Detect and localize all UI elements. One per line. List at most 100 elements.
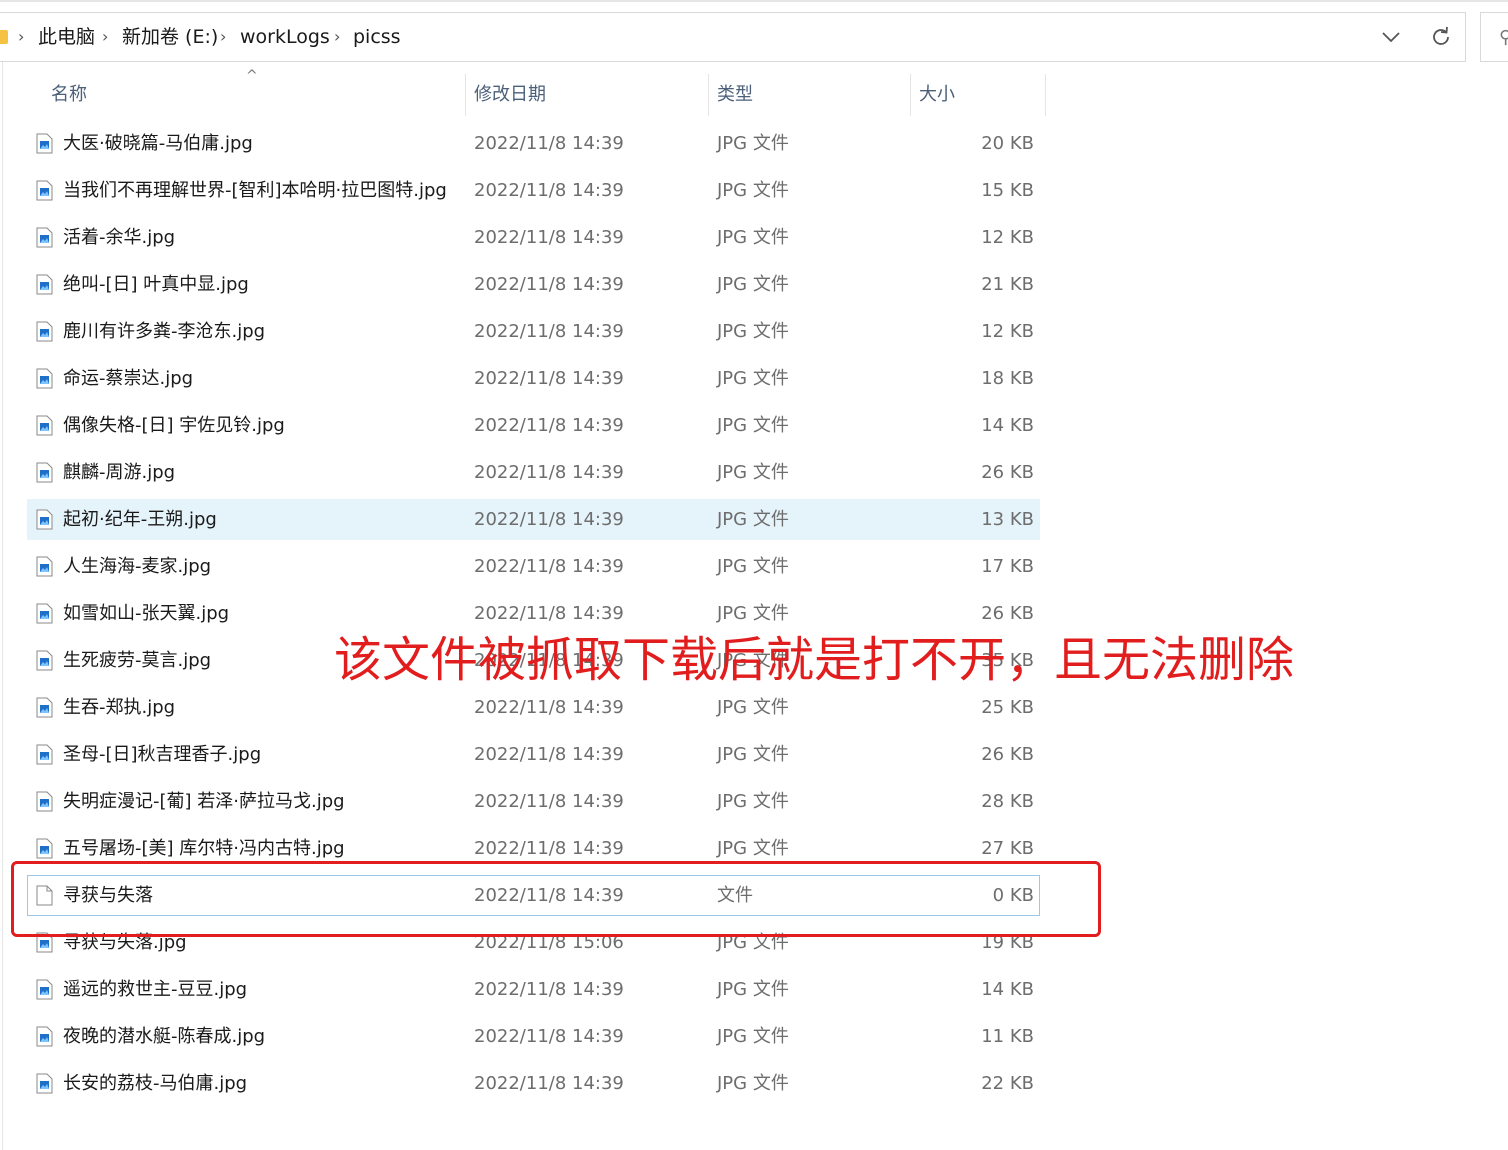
image-file-icon xyxy=(36,744,53,765)
file-name: 麒麟-周游.jpg xyxy=(63,462,176,483)
file-size: 15 KB xyxy=(981,180,1034,201)
chevron-down-icon[interactable] xyxy=(1375,21,1407,53)
file-type: JPG 文件 xyxy=(717,227,789,248)
image-file-icon xyxy=(36,791,53,812)
image-file-icon xyxy=(36,556,53,577)
file-size: 28 KB xyxy=(981,791,1034,812)
file-size: 18 KB xyxy=(981,368,1034,389)
file-date: 2022/11/8 14:39 xyxy=(474,1026,624,1047)
image-file-icon xyxy=(36,1026,53,1047)
file-row[interactable]: 寻获与失落 2022/11/8 14:39 文件 0 KB xyxy=(0,873,1508,920)
file-type: JPG 文件 xyxy=(717,462,789,483)
refresh-icon[interactable] xyxy=(1425,21,1457,53)
image-file-icon xyxy=(36,979,53,1000)
breadcrumb-worklogs[interactable]: workLogs xyxy=(240,25,330,49)
image-file-icon xyxy=(36,227,53,248)
file-row[interactable]: 偶像失格-[日] 宇佐见铃.jpg 2022/11/8 14:39 JPG 文件 14… xyxy=(0,403,1508,450)
file-type: 文件 xyxy=(717,885,753,906)
file-name: 起初·纪年-王朔.jpg xyxy=(63,509,217,530)
column-divider[interactable] xyxy=(465,74,466,116)
file-date: 2022/11/8 15:06 xyxy=(474,932,624,953)
search-box[interactable]: ⚲ xyxy=(1480,12,1508,62)
file-type: JPG 文件 xyxy=(717,415,789,436)
image-file-icon xyxy=(36,415,53,436)
file-size: 25 KB xyxy=(981,697,1034,718)
file-row[interactable]: 人生海海-麦家.jpg 2022/11/8 14:39 JPG 文件 17 KB xyxy=(0,544,1508,591)
file-name: 命运-蔡崇达.jpg xyxy=(63,368,194,389)
folder-icon xyxy=(0,30,8,44)
file-type: JPG 文件 xyxy=(717,180,789,201)
image-file-icon xyxy=(36,368,53,389)
image-file-icon xyxy=(36,274,53,295)
file-size: 12 KB xyxy=(981,227,1034,248)
breadcrumb-separator[interactable]: › xyxy=(102,25,108,49)
file-row[interactable]: 生吞-郑执.jpg 2022/11/8 14:39 JPG 文件 25 KB xyxy=(0,685,1508,732)
file-date: 2022/11/8 14:39 xyxy=(474,697,624,718)
file-row[interactable]: 寻获与失落.jpg 2022/11/8 15:06 JPG 文件 19 KB xyxy=(0,920,1508,967)
file-name: 遥远的救世主-豆豆.jpg xyxy=(63,979,248,1000)
column-header-name[interactable]: 名称 xyxy=(51,72,87,118)
breadcrumb-drive-e[interactable]: 新加卷 (E:) xyxy=(122,25,218,49)
image-file-icon xyxy=(36,133,53,154)
column-header: ^ 名称 修改日期 类型 大小 xyxy=(0,68,1508,118)
file-row[interactable]: 五号屠场-[美] 库尔特·冯内古特.jpg 2022/11/8 14:39 JPG … xyxy=(0,826,1508,873)
file-type: JPG 文件 xyxy=(717,791,789,812)
file-size: 26 KB xyxy=(981,603,1034,624)
file-date: 2022/11/8 14:39 xyxy=(474,368,624,389)
file-row[interactable]: 绝叫-[日] 叶真中显.jpg 2022/11/8 14:39 JPG 文件 21 K… xyxy=(0,262,1508,309)
file-type: JPG 文件 xyxy=(717,321,789,342)
file-name: 夜晚的潜水艇-陈春成.jpg xyxy=(63,1026,266,1047)
breadcrumb-separator[interactable]: › xyxy=(18,25,24,49)
image-file-icon xyxy=(36,509,53,530)
file-type: JPG 文件 xyxy=(717,744,789,765)
file-name: 活着-余华.jpg xyxy=(63,227,176,248)
file-row[interactable]: 当我们不再理解世界-[智利]本哈明·拉巴图特.jpg 2022/11/8 14:3… xyxy=(0,168,1508,215)
file-row[interactable]: 麒麟-周游.jpg 2022/11/8 14:39 JPG 文件 26 KB xyxy=(0,450,1508,497)
file-row[interactable]: 活着-余华.jpg 2022/11/8 14:39 JPG 文件 12 KB xyxy=(0,215,1508,262)
file-size: 27 KB xyxy=(981,838,1034,859)
file-type: JPG 文件 xyxy=(717,1026,789,1047)
file-size: 26 KB xyxy=(981,462,1034,483)
file-size: 14 KB xyxy=(981,415,1034,436)
column-header-date[interactable]: 修改日期 xyxy=(474,72,546,118)
file-type: JPG 文件 xyxy=(717,274,789,295)
file-date: 2022/11/8 14:39 xyxy=(474,838,624,859)
file-date: 2022/11/8 14:39 xyxy=(474,744,624,765)
file-name: 鹿川有许多粪-李沧东.jpg xyxy=(63,321,266,342)
address-bar[interactable]: › 此电脑 › 新加卷 (E:) › workLogs › picss xyxy=(0,12,1466,62)
file-name: 失明症漫记-[葡] 若泽·萨拉马戈.jpg xyxy=(63,791,345,812)
image-file-icon xyxy=(36,321,53,342)
file-list: 大医·破晓篇-马伯庸.jpg 2022/11/8 14:39 JPG 文件 20 KB… xyxy=(0,121,1508,1108)
breadcrumb-separator[interactable]: › xyxy=(220,25,226,49)
file-row[interactable]: 起初·纪年-王朔.jpg 2022/11/8 14:39 JPG 文件 13 KB xyxy=(0,497,1508,544)
window-top-edge xyxy=(0,0,1508,2)
breadcrumb-this-pc[interactable]: 此电脑 xyxy=(38,25,95,49)
column-divider[interactable] xyxy=(708,74,709,116)
file-size: 17 KB xyxy=(981,556,1034,577)
search-icon[interactable]: ⚲ xyxy=(1499,27,1508,48)
file-date: 2022/11/8 14:39 xyxy=(474,509,624,530)
file-type: JPG 文件 xyxy=(717,838,789,859)
column-divider[interactable] xyxy=(910,74,911,116)
column-header-size[interactable]: 大小 xyxy=(919,72,955,118)
column-header-type[interactable]: 类型 xyxy=(717,72,753,118)
file-row[interactable]: 夜晚的潜水艇-陈春成.jpg 2022/11/8 14:39 JPG 文件 11 KB xyxy=(0,1014,1508,1061)
file-row[interactable]: 失明症漫记-[葡] 若泽·萨拉马戈.jpg 2022/11/8 14:39 JPG … xyxy=(0,779,1508,826)
image-file-icon xyxy=(36,932,53,953)
file-date: 2022/11/8 14:39 xyxy=(474,180,624,201)
file-row[interactable]: 遥远的救世主-豆豆.jpg 2022/11/8 14:39 JPG 文件 14 KB xyxy=(0,967,1508,1014)
file-row[interactable]: 命运-蔡崇达.jpg 2022/11/8 14:39 JPG 文件 18 KB xyxy=(0,356,1508,403)
file-date: 2022/11/8 14:39 xyxy=(474,1073,624,1094)
file-name: 圣母-[日]秋吉理香子.jpg xyxy=(63,744,262,765)
file-size: 14 KB xyxy=(981,979,1034,1000)
breadcrumb-separator[interactable]: › xyxy=(334,25,340,49)
breadcrumb-picss[interactable]: picss xyxy=(353,25,401,49)
file-row[interactable]: 长安的荔枝-马伯庸.jpg 2022/11/8 14:39 JPG 文件 22 KB xyxy=(0,1061,1508,1108)
file-row[interactable]: 大医·破晓篇-马伯庸.jpg 2022/11/8 14:39 JPG 文件 20 KB xyxy=(0,121,1508,168)
column-divider[interactable] xyxy=(1045,74,1046,116)
file-row[interactable]: 圣母-[日]秋吉理香子.jpg 2022/11/8 14:39 JPG 文件 26 K… xyxy=(0,732,1508,779)
file-name: 偶像失格-[日] 宇佐见铃.jpg xyxy=(63,415,285,436)
file-row[interactable]: 鹿川有许多粪-李沧东.jpg 2022/11/8 14:39 JPG 文件 12 KB xyxy=(0,309,1508,356)
file-type: JPG 文件 xyxy=(717,1073,789,1094)
image-file-icon xyxy=(36,1073,53,1094)
